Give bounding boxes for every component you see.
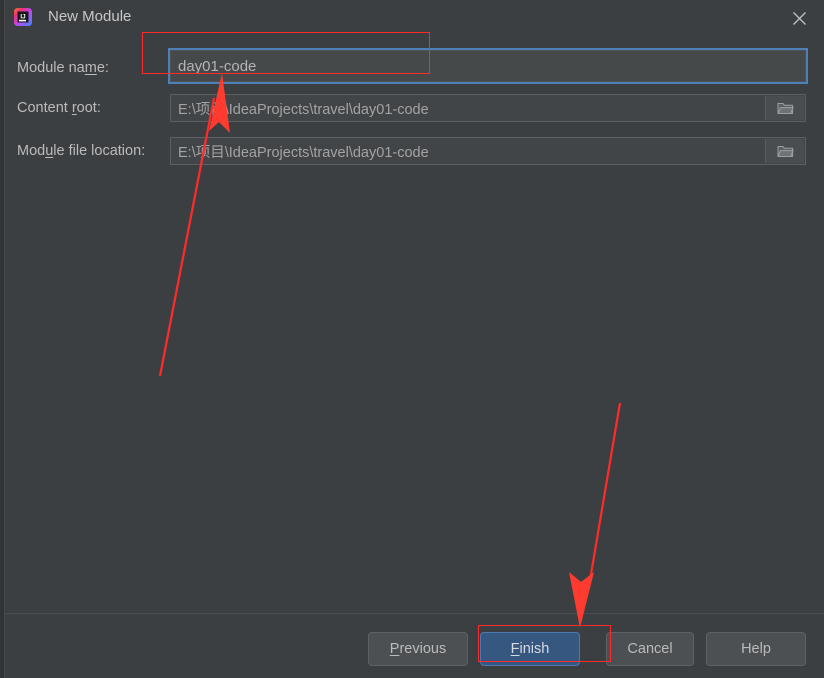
title-bar: IJ New Module — [5, 0, 824, 36]
module-file-location-label-prefix: Mod — [17, 143, 46, 159]
close-icon[interactable] — [784, 4, 814, 32]
module-file-location-input[interactable]: E:\项目\IdeaProjects\travel\day01-code — [170, 137, 806, 165]
content-root-input[interactable]: E:\项目\IdeaProjects\travel\day01-code — [170, 94, 806, 122]
module-name-input[interactable]: day01-code — [168, 48, 808, 84]
content-root-value: E:\项目\IdeaProjects\travel\day01-code — [178, 101, 429, 118]
module-name-label-mnemonic: m — [84, 60, 97, 76]
content-root-label-prefix: Content — [17, 100, 72, 116]
help-button-label: Help — [741, 641, 771, 657]
content-root-label-suffix: oot: — [76, 100, 101, 116]
previous-button-label: revious — [399, 641, 447, 657]
finish-button[interactable]: Finish — [480, 632, 580, 666]
module-name-label-prefix: Module na — [17, 60, 85, 76]
button-bar-separator — [5, 613, 824, 614]
module-file-location-value: E:\项目\IdeaProjects\travel\day01-code — [178, 144, 429, 161]
module-name-value: day01-code — [178, 57, 257, 75]
window-left-border-highlight — [4, 0, 5, 678]
previous-button[interactable]: Previous — [368, 632, 468, 666]
previous-button-mnemonic: P — [389, 641, 400, 657]
finish-button-mnemonic: F — [510, 641, 520, 657]
new-module-dialog: IJ New Module Module name: day01-code Co… — [0, 0, 824, 678]
cancel-button-label: Cancel — [627, 641, 673, 657]
module-file-location-label-suffix: le file location: — [53, 143, 146, 159]
folder-icon[interactable] — [765, 96, 804, 120]
window-title: New Module — [48, 8, 132, 25]
arrow-to-finish-button — [569, 402, 622, 628]
module-name-label: Module name: — [17, 59, 109, 77]
help-button[interactable]: Help — [706, 632, 806, 666]
intellij-idea-icon: IJ — [13, 7, 33, 27]
module-file-location-label: Module file location: — [17, 142, 145, 160]
module-name-label-suffix: e: — [96, 60, 109, 76]
svg-text:IJ: IJ — [20, 13, 26, 20]
folder-icon[interactable] — [765, 139, 804, 163]
content-root-label: Content root: — [17, 99, 101, 117]
finish-button-label: inish — [519, 641, 550, 657]
cancel-button[interactable]: Cancel — [606, 632, 694, 666]
